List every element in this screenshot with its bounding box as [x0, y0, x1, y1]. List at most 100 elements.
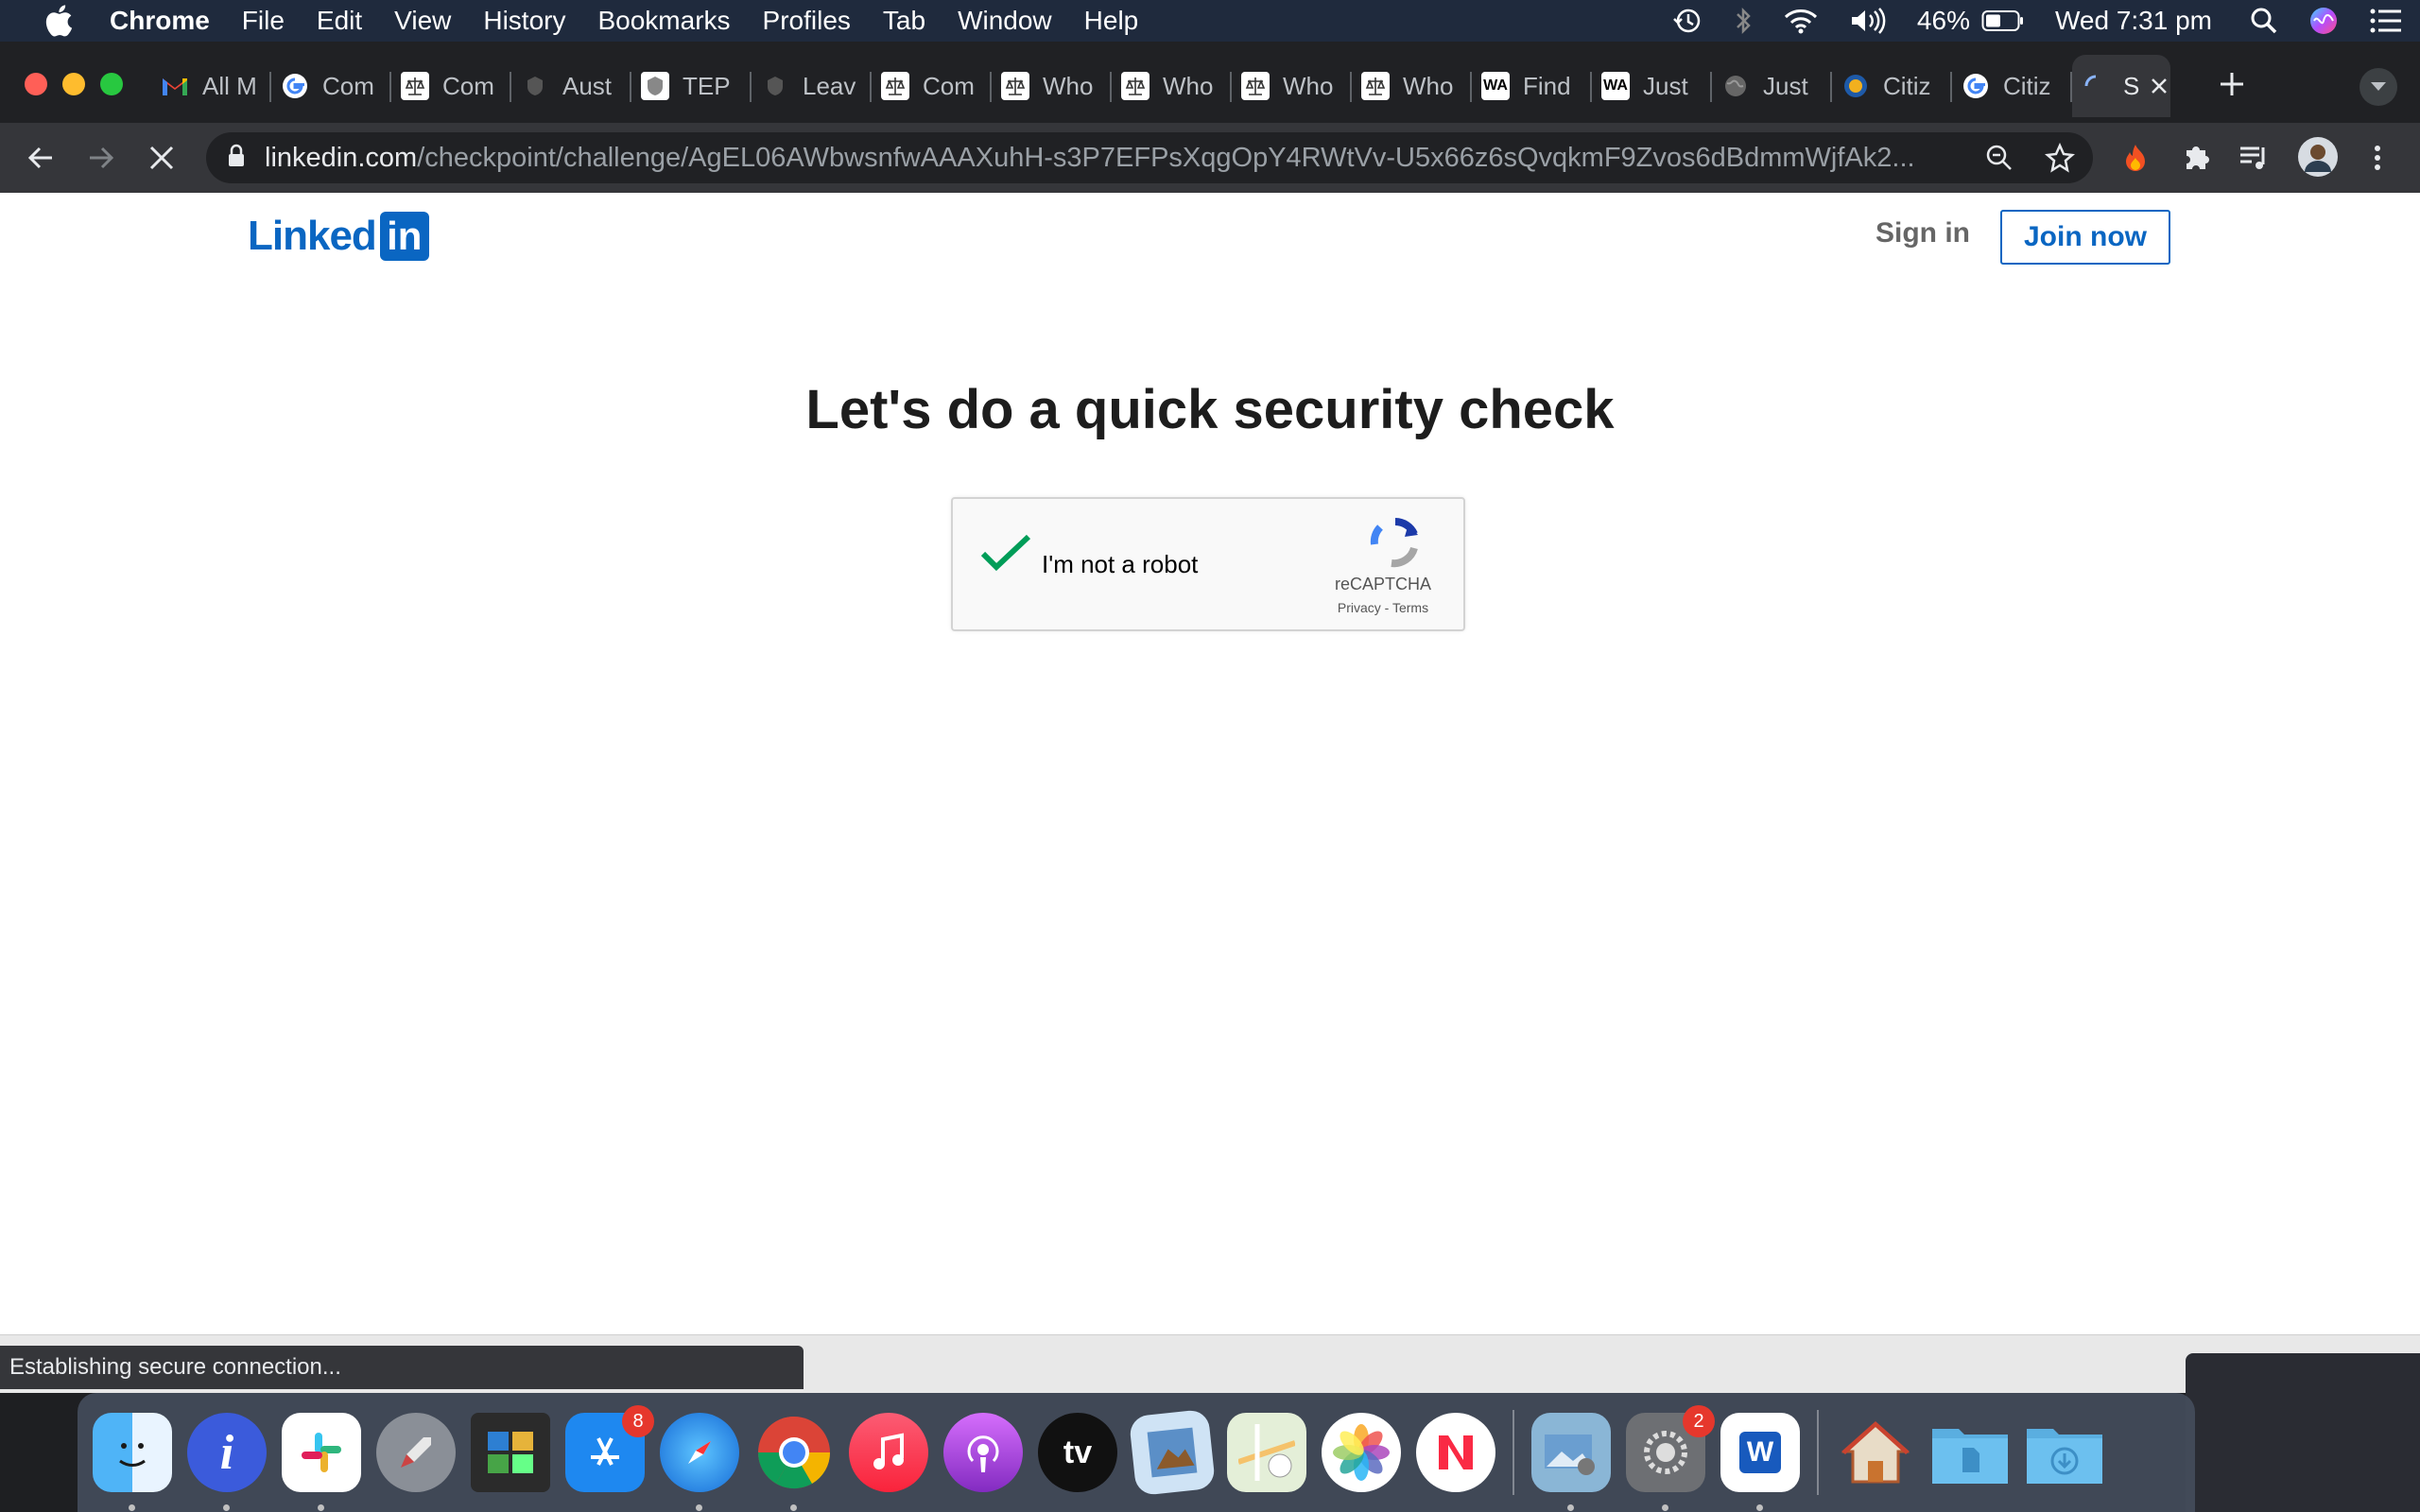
volume-icon[interactable] — [1849, 7, 1887, 35]
menu-edit[interactable]: Edit — [317, 6, 362, 36]
dock-home-folder-icon[interactable] — [1836, 1413, 1915, 1492]
globe-icon — [1721, 72, 1750, 100]
dock-news-icon[interactable] — [1416, 1413, 1495, 1492]
dock-documents-folder-icon[interactable] — [1930, 1413, 2010, 1492]
dock-separator — [1817, 1410, 1819, 1495]
tab-scales[interactable]: Who — [1352, 55, 1472, 117]
tab-seal[interactable]: Citiz — [1832, 55, 1952, 117]
window-close-button[interactable] — [25, 73, 47, 95]
tab-google[interactable]: Citiz — [1952, 55, 2072, 117]
tab-scales[interactable]: Com — [391, 55, 511, 117]
dock-photo-booth-icon[interactable] — [471, 1413, 550, 1492]
lock-icon[interactable] — [227, 144, 246, 173]
bluetooth-icon[interactable] — [1734, 7, 1753, 35]
dock-podcasts-icon[interactable] — [943, 1413, 1023, 1492]
bookmark-star-icon[interactable] — [2042, 140, 2078, 176]
tab-scales[interactable]: Com — [872, 55, 992, 117]
extensions-puzzle-icon[interactable] — [2178, 140, 2214, 176]
window-minimize-button[interactable] — [62, 73, 85, 95]
dock-system-preferences-icon[interactable]: 2 — [1626, 1405, 1715, 1511]
menu-bookmarks[interactable]: Bookmarks — [597, 6, 730, 36]
apple-menu-icon[interactable] — [36, 5, 81, 37]
crest-icon — [761, 72, 789, 100]
gmail-icon — [161, 72, 189, 100]
address-bar[interactable]: linkedin.com/checkpoint/challenge/AgEL06… — [206, 132, 2093, 183]
join-now-button[interactable]: Join now — [2000, 210, 2170, 265]
tab-globe[interactable]: Just — [1712, 55, 1832, 117]
chrome-menu-icon[interactable] — [2360, 140, 2395, 176]
tab-google[interactable]: Com — [271, 55, 391, 117]
back-button[interactable] — [21, 138, 60, 178]
notification-center-icon[interactable] — [2369, 8, 2403, 34]
dock-preview-icon[interactable] — [1128, 1408, 1217, 1497]
tab-scales[interactable]: Who — [1112, 55, 1232, 117]
menu-tab[interactable]: Tab — [883, 6, 925, 36]
tab-wa[interactable]: WA Find — [1472, 55, 1592, 117]
extension-fire-icon[interactable] — [2118, 140, 2153, 176]
google-icon — [1962, 72, 1990, 100]
menu-history[interactable]: History — [483, 6, 565, 36]
url-text: linkedin.com/checkpoint/challenge/AgEL06… — [265, 143, 2042, 174]
tab-scales[interactable]: Who — [992, 55, 1112, 117]
recaptcha-privacy-link[interactable]: Privacy — [1338, 600, 1381, 615]
battery-icon[interactable] — [1981, 9, 2025, 32]
wa-icon: WA — [1481, 72, 1510, 100]
recaptcha-terms-link[interactable]: Terms — [1392, 600, 1428, 615]
tab-close-icon[interactable] — [2150, 77, 2169, 95]
dock-music-icon[interactable] — [849, 1413, 928, 1492]
sign-in-link[interactable]: Sign in — [1876, 217, 1970, 249]
window-zoom-button[interactable] — [100, 73, 123, 95]
siri-icon[interactable] — [2308, 6, 2339, 36]
time-machine-icon[interactable] — [1671, 7, 1703, 35]
dock-safari-icon[interactable] — [660, 1413, 739, 1511]
dock-apple-tv-icon[interactable]: tv — [1038, 1413, 1117, 1492]
dock-finder-icon[interactable] — [93, 1413, 172, 1511]
tab-wa[interactable]: WA Just — [1592, 55, 1712, 117]
dock-launchpad-icon[interactable] — [376, 1413, 456, 1492]
tab-scales[interactable]: Who — [1232, 55, 1352, 117]
dock-maps-icon[interactable] — [1227, 1413, 1306, 1492]
menu-app-chrome[interactable]: Chrome — [110, 6, 210, 36]
dock-slack-icon[interactable] — [282, 1413, 361, 1511]
menu-window[interactable]: Window — [958, 6, 1052, 36]
dock-app-store-icon[interactable]: 8 — [565, 1405, 654, 1492]
back-arrow-icon — [27, 146, 52, 169]
linkedin-logo[interactable]: Linked in — [248, 212, 429, 261]
forward-button[interactable] — [81, 138, 121, 178]
macos-dock: i 8 tv 2 W — [78, 1393, 2195, 1512]
media-control-icon[interactable] — [2237, 140, 2273, 176]
tab-crest[interactable]: Leav — [752, 55, 872, 117]
menu-help[interactable]: Help — [1084, 6, 1139, 36]
dock-downloads-folder-icon[interactable] — [2025, 1413, 2104, 1492]
tab-crest[interactable]: TEP — [631, 55, 752, 117]
stop-loading-button[interactable] — [142, 138, 182, 178]
scales-icon — [1001, 72, 1029, 100]
new-tab-button[interactable] — [2210, 62, 2254, 106]
dock-info-icon[interactable]: i — [187, 1413, 267, 1511]
dock-photos-icon[interactable] — [1322, 1413, 1401, 1492]
menu-profiles[interactable]: Profiles — [763, 6, 851, 36]
tab-gmail[interactable]: All M — [151, 55, 271, 117]
google-icon — [281, 72, 309, 100]
battery-percent: 46% — [1916, 6, 1970, 35]
tab-crest[interactable]: Aust — [511, 55, 631, 117]
menu-view[interactable]: View — [394, 6, 451, 36]
forward-arrow-icon — [90, 146, 114, 169]
dock-chrome-icon[interactable] — [754, 1413, 834, 1511]
zoom-icon[interactable] — [1981, 140, 2017, 176]
tab-active-loading[interactable]: S — [2072, 55, 2170, 117]
recaptcha-checkbox[interactable] — [979, 533, 1032, 579]
wifi-icon[interactable] — [1783, 7, 1819, 35]
recaptcha-label: I'm not a robot — [1042, 550, 1199, 578]
tab-search-button[interactable] — [2360, 68, 2397, 106]
plus-icon — [2221, 73, 2243, 95]
profile-avatar-icon[interactable] — [2297, 136, 2339, 178]
menu-clock[interactable]: Wed 7:31 pm — [2055, 6, 2212, 36]
menu-file[interactable]: File — [242, 6, 285, 36]
spotlight-search-icon[interactable] — [2250, 7, 2278, 35]
chrome-tab-strip: All M Com Com Aust TEP Leav Com Who Who … — [0, 42, 2420, 123]
dock-word-icon[interactable]: W — [1720, 1413, 1800, 1511]
recaptcha-widget: I'm not a robot reCAPTCHA Privacy - Term… — [951, 497, 1465, 631]
dock-image-capture-icon[interactable] — [1531, 1413, 1611, 1511]
system-preferences-badge: 2 — [1683, 1405, 1715, 1437]
